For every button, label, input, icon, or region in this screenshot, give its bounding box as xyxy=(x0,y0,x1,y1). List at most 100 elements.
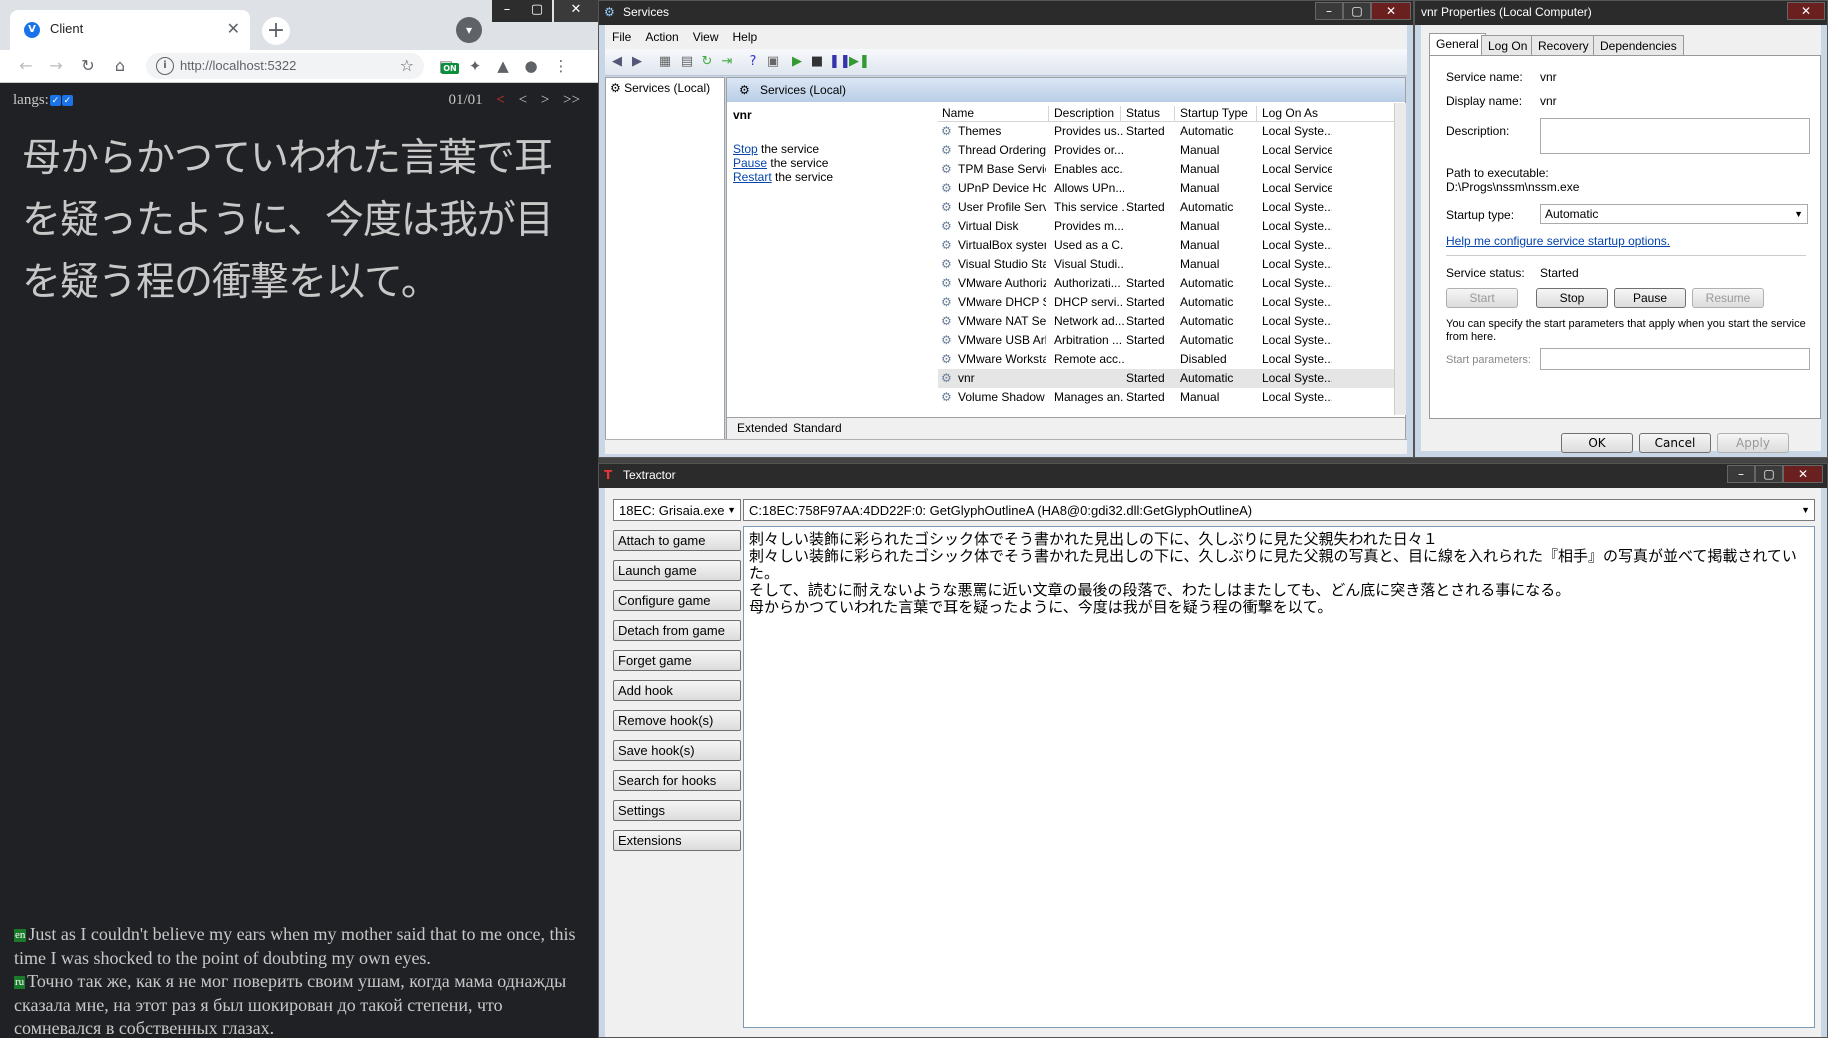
column-header-startup-type[interactable]: Startup Type xyxy=(1176,106,1257,121)
back-arrow-icon[interactable]: ◀ xyxy=(609,54,625,70)
start-button[interactable]: Start xyxy=(1446,288,1518,308)
textractor-button-remove-hook-s[interactable]: Remove hook(s) xyxy=(613,710,741,731)
refresh-icon[interactable]: ↻ xyxy=(699,54,715,70)
tab-log-on[interactable]: Log On xyxy=(1481,35,1535,56)
menu-file[interactable]: File xyxy=(605,25,638,49)
services-minimize-button[interactable]: – xyxy=(1315,2,1343,20)
service-row[interactable]: ⚙ VirtualBox system ... Used as a C... Manu… xyxy=(938,236,1394,255)
address-bar[interactable]: i http://localhost:5322 ☆ xyxy=(146,53,424,79)
restart-service-icon[interactable]: ▶❚ xyxy=(849,54,870,70)
flask-extension-icon[interactable]: ▲ xyxy=(491,54,515,78)
resume-button[interactable]: Resume xyxy=(1692,288,1764,308)
profile-avatar-icon[interactable]: ● xyxy=(519,54,543,78)
service-row[interactable]: ⚙ VMware USB Arbit... Arbitration ...Start… xyxy=(938,331,1394,350)
service-row[interactable]: ⚙ vnr Started Automatic Local Syste... xyxy=(938,369,1394,388)
column-header-log-on-as[interactable]: Log On As xyxy=(1258,106,1332,121)
service-row[interactable]: ⚙ VMware DHCP Ser... DHCP servi...Started A… xyxy=(938,293,1394,312)
service-row[interactable]: ⚙ VMware Authoriza... Authorizati... Starte… xyxy=(938,274,1394,293)
textractor-button-save-hook-s[interactable]: Save hook(s) xyxy=(613,740,741,761)
service-row[interactable]: ⚙ Themes Provides us... Started Automatic Loc… xyxy=(938,122,1394,141)
list-view-icon[interactable]: ▤ xyxy=(679,54,695,70)
export-list-icon[interactable]: ⇥ xyxy=(719,54,735,70)
lang-checkbox-en[interactable]: ✓ xyxy=(49,95,61,106)
textractor-close-button[interactable]: ✕ xyxy=(1783,465,1823,483)
profile-download-icon[interactable]: ▾ xyxy=(456,17,482,43)
restart-link[interactable]: Restart xyxy=(733,170,772,184)
home-icon[interactable]: ⌂ xyxy=(108,54,132,78)
textractor-button-extensions[interactable]: Extensions xyxy=(613,830,741,851)
textractor-button-detach-from-game[interactable]: Detach from game xyxy=(613,620,741,641)
console-tree-icon[interactable]: ▦ xyxy=(657,54,673,70)
bookmark-star-icon[interactable]: ☆ xyxy=(400,56,414,75)
extracted-text-area[interactable]: 刺々しい装飾に彩られたゴシック体でそう書かれた見出しの下に、久しぶりに見た父親失… xyxy=(743,526,1815,1028)
new-tab-button[interactable]: + xyxy=(262,17,290,45)
start-service-icon[interactable]: ▶ xyxy=(789,54,805,70)
menu-kebab-icon[interactable]: ⋮ xyxy=(549,54,573,78)
browser-tab[interactable]: V Client ✕ xyxy=(10,10,250,50)
textractor-button-attach-to-game[interactable]: Attach to game xyxy=(613,530,741,551)
start-params-input[interactable] xyxy=(1540,348,1810,370)
pause-button[interactable]: Pause xyxy=(1614,288,1686,308)
service-row[interactable]: ⚙ Volume Shadow C... Manages an...Started M… xyxy=(938,388,1394,407)
startup-type-select[interactable]: Automatic ▼ xyxy=(1540,204,1808,224)
column-header-name[interactable]: Name xyxy=(938,106,1049,121)
menu-help[interactable]: Help xyxy=(726,25,765,49)
stop-service-icon[interactable]: ■ xyxy=(809,54,825,70)
service-row[interactable]: ⚙ VMware Workstati... Remote acc... Disable… xyxy=(938,350,1394,369)
service-row[interactable]: ⚙ UPnP Device Host Allows UPn... Manual Loca… xyxy=(938,179,1394,198)
next-page-button[interactable]: > xyxy=(541,92,549,108)
prev-page-button[interactable]: < xyxy=(519,92,527,108)
textractor-button-configure-game[interactable]: Configure game xyxy=(613,590,741,611)
apply-button[interactable]: Apply xyxy=(1717,433,1789,453)
lang-checkbox-ru[interactable]: ✓ xyxy=(61,95,73,106)
service-row[interactable]: ⚙ Visual Studio Stan... Visual Studi... Man… xyxy=(938,255,1394,274)
site-info-icon[interactable]: i xyxy=(156,57,174,75)
ok-button[interactable]: OK xyxy=(1561,433,1633,453)
tab-recovery[interactable]: Recovery xyxy=(1531,35,1596,56)
tab-dependencies[interactable]: Dependencies xyxy=(1593,35,1684,56)
maximize-button[interactable]: ▢ xyxy=(522,0,552,22)
pause-service-icon[interactable]: ❚❚ xyxy=(829,54,851,70)
services-close-button[interactable]: ✕ xyxy=(1371,2,1411,20)
textractor-minimize-button[interactable]: – xyxy=(1727,465,1755,483)
hook-select[interactable]: C:18EC:758F97AA:4DD22F:0: GetGlyphOutlin… xyxy=(743,499,1815,521)
tab-general[interactable]: General xyxy=(1429,33,1486,56)
tab-extended[interactable]: Extended xyxy=(737,421,788,435)
forward-icon[interactable]: → xyxy=(44,54,68,78)
service-row[interactable]: ⚙ Virtual Disk Provides m... Manual Local Sy… xyxy=(938,217,1394,236)
services-vertical-scrollbar[interactable] xyxy=(1394,103,1406,415)
textractor-button-settings[interactable]: Settings xyxy=(613,800,741,821)
stop-button[interactable]: Stop xyxy=(1536,288,1608,308)
last-page-button[interactable]: >> xyxy=(563,92,580,108)
services-maximize-button[interactable]: ▢ xyxy=(1343,2,1371,20)
service-row[interactable]: ⚙ VMware NAT Serv... Network ad...Started A… xyxy=(938,312,1394,331)
forward-arrow-icon[interactable]: ▶ xyxy=(629,54,645,70)
textractor-button-launch-game[interactable]: Launch game xyxy=(613,560,741,581)
tab-standard[interactable]: Standard xyxy=(793,421,842,435)
first-page-button[interactable]: < xyxy=(496,92,504,108)
process-select[interactable]: 18EC: Grisaia.exe ▼ xyxy=(613,499,741,521)
help-configure-link[interactable]: Help me configure service startup option… xyxy=(1446,234,1670,248)
service-row[interactable]: ⚙ Thread Ordering S... Provides or... Manua… xyxy=(938,141,1394,160)
reload-icon[interactable]: ↻ xyxy=(76,54,100,78)
textractor-button-add-hook[interactable]: Add hook xyxy=(613,680,741,701)
cancel-button[interactable]: Cancel xyxy=(1639,433,1711,453)
extensions-puzzle-icon[interactable]: ✦ xyxy=(463,54,487,78)
back-icon[interactable]: ← xyxy=(14,54,38,78)
textractor-button-search-for-hooks[interactable]: Search for hooks xyxy=(613,770,741,791)
close-button[interactable]: ✕ xyxy=(554,0,598,22)
column-header-status[interactable]: Status xyxy=(1122,106,1175,121)
column-header-description[interactable]: Description xyxy=(1050,106,1121,121)
textractor-button-forget-game[interactable]: Forget game xyxy=(613,650,741,671)
properties-close-button[interactable]: ✕ xyxy=(1787,2,1825,20)
tab-close-icon[interactable]: ✕ xyxy=(227,19,240,38)
pause-link[interactable]: Pause xyxy=(733,156,767,170)
service-row[interactable]: ⚙ TPM Base Services Enables acc... Manual Lo… xyxy=(938,160,1394,179)
menu-view[interactable]: View xyxy=(686,25,726,49)
properties-icon[interactable]: ▣ xyxy=(765,54,781,70)
stop-link[interactable]: Stop xyxy=(733,142,758,156)
textractor-maximize-button[interactable]: ▢ xyxy=(1755,465,1783,483)
description-field[interactable] xyxy=(1540,118,1810,154)
tree-node-services-local[interactable]: ⚙ Services (Local) xyxy=(610,81,710,95)
help-icon[interactable]: ? xyxy=(745,54,761,70)
